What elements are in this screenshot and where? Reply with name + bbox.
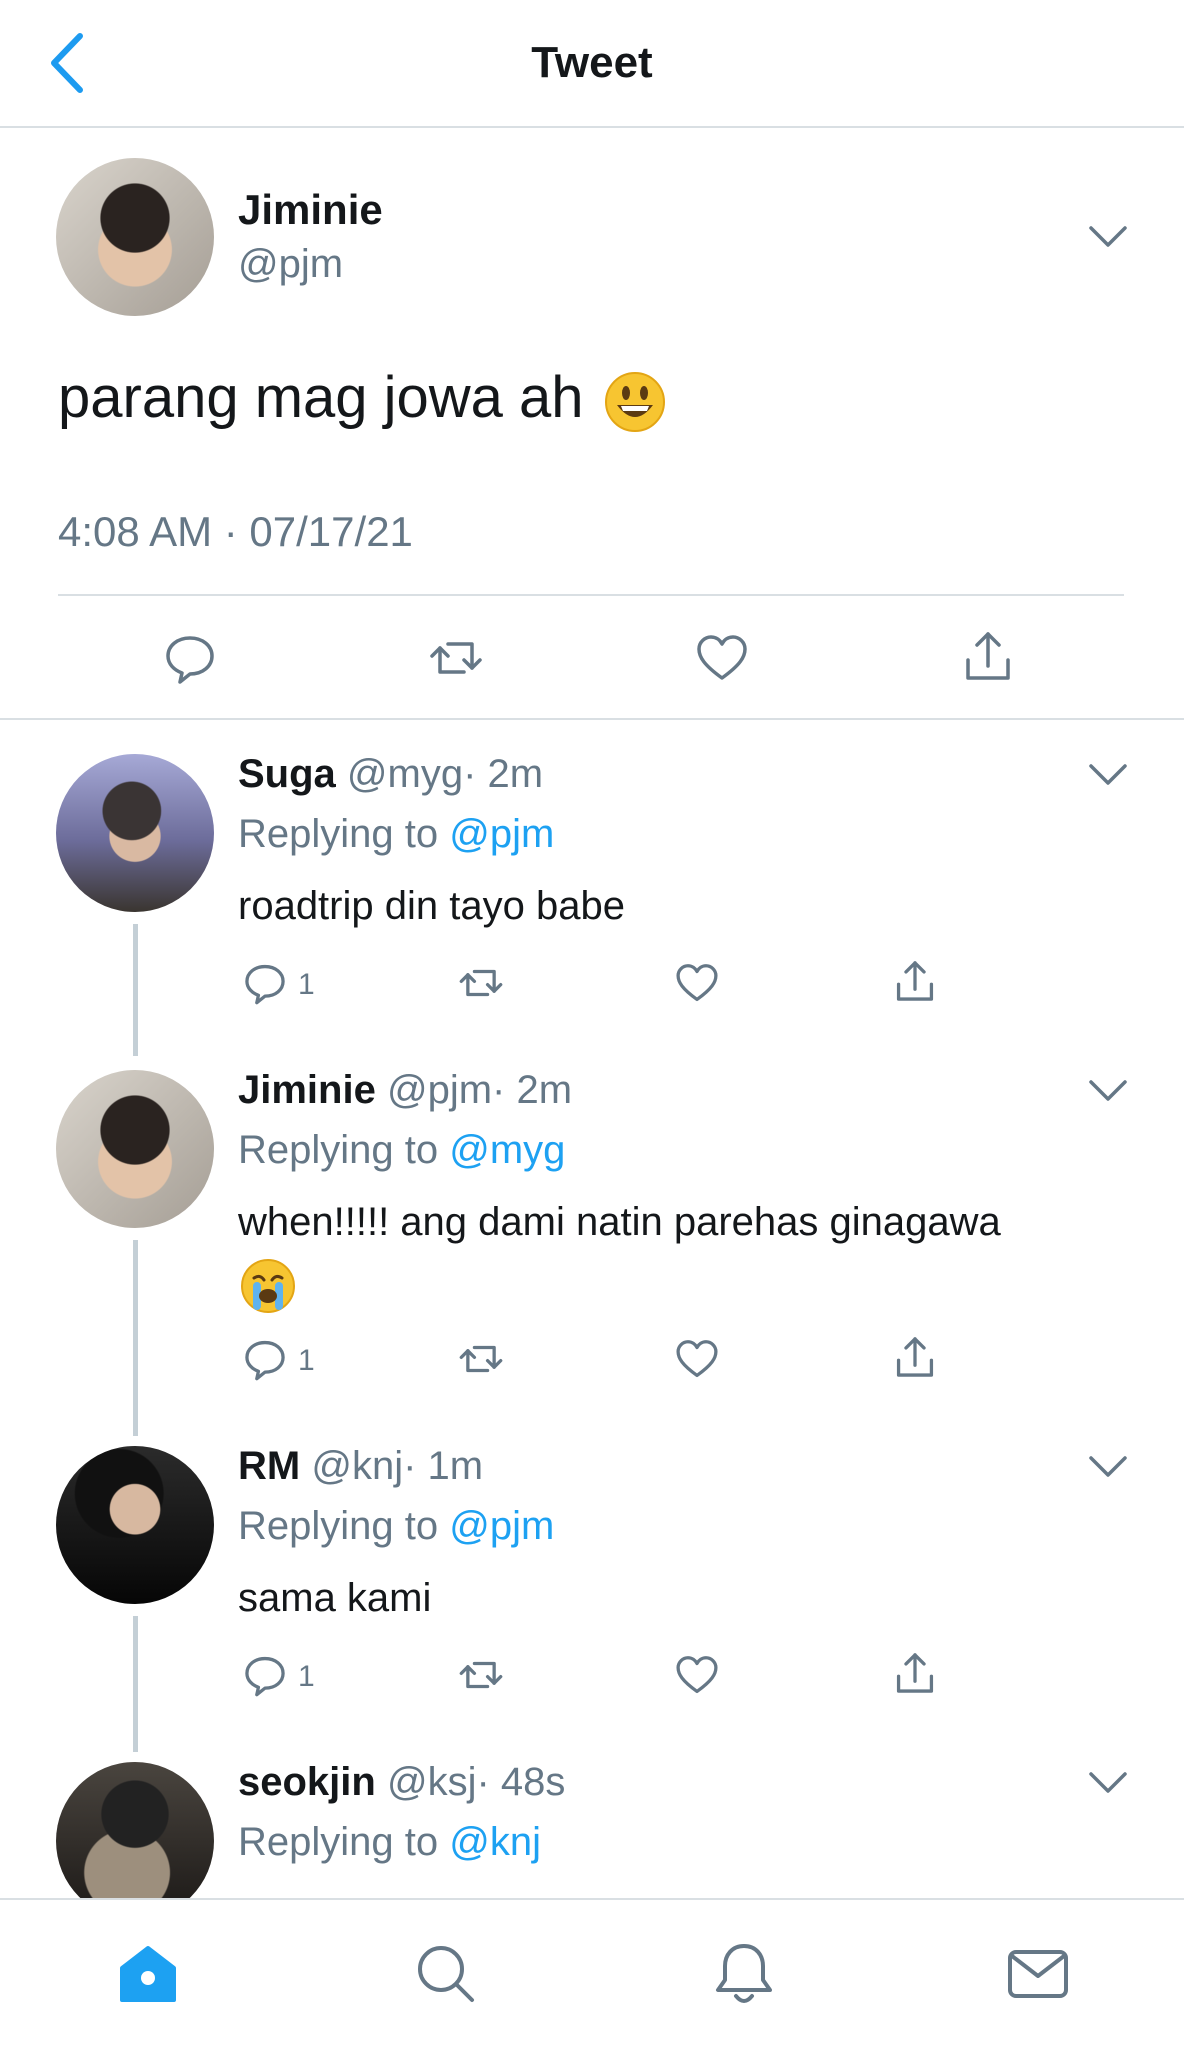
tweet-options-button[interactable]	[1088, 1454, 1128, 1480]
avatar[interactable]	[56, 1070, 214, 1228]
page-title: Tweet	[531, 38, 653, 87]
tweet-text: parang mag jowa ah	[58, 364, 666, 433]
retweet-icon	[459, 969, 503, 997]
share-button[interactable]	[892, 1650, 938, 1696]
mention-link[interactable]: @knj	[449, 1820, 541, 1864]
divider	[58, 594, 1124, 596]
share-icon	[896, 1653, 934, 1693]
reply-text: roadtrip din tayo babe	[238, 884, 625, 928]
retweet-icon	[459, 1661, 503, 1689]
heart-icon	[697, 635, 747, 680]
reply-button[interactable]	[242, 1652, 288, 1698]
reply-count: 1	[298, 1344, 315, 1377]
author-handle[interactable]: @knj	[311, 1444, 403, 1488]
reply-text: when!!!!! ang dami natin parehas ginagaw…	[238, 1200, 1001, 1244]
share-icon	[896, 961, 934, 1001]
reply-button[interactable]	[242, 1336, 288, 1382]
reply-icon	[245, 1340, 285, 1381]
reply-time: · 1m	[403, 1444, 484, 1488]
chevron-down-icon	[1089, 1080, 1127, 1101]
reply-time: · 48s	[476, 1760, 566, 1804]
like-button[interactable]	[674, 1652, 720, 1698]
home-tab[interactable]	[116, 1942, 180, 2006]
retweet-button[interactable]	[458, 1652, 504, 1698]
chevron-down-icon	[1089, 1456, 1127, 1477]
heart-icon	[676, 964, 718, 1002]
retweet-button[interactable]	[458, 1336, 504, 1382]
tweet-options-button[interactable]	[1088, 762, 1128, 788]
chevron-down-icon	[1089, 1772, 1127, 1793]
author-name[interactable]: Suga	[238, 752, 336, 796]
reply-count: 1	[298, 968, 315, 1001]
author-name[interactable]: Jiminie	[238, 186, 383, 234]
mention-link[interactable]: @pjm	[449, 812, 554, 856]
author-handle[interactable]: @pjm	[387, 1068, 492, 1112]
chevron-down-icon	[1089, 764, 1127, 785]
mention-link[interactable]: @pjm	[449, 1504, 554, 1548]
author-handle[interactable]: @pjm	[238, 242, 343, 287]
replying-to: Replying to @myg	[238, 1128, 566, 1172]
replying-to: Replying to @knj	[238, 1820, 541, 1864]
author-name[interactable]: Jiminie	[238, 1068, 376, 1112]
reply-icon	[245, 964, 285, 1005]
reply-header: Suga @myg· 2m	[238, 752, 543, 797]
reply-header: Jiminie @pjm· 2m	[238, 1068, 572, 1113]
grinning-face-emoji	[604, 371, 666, 433]
messages-envelope-icon	[1008, 1950, 1068, 1998]
avatar[interactable]	[56, 754, 214, 912]
retweet-icon	[459, 1345, 503, 1373]
avatar[interactable]	[56, 1762, 214, 1920]
reply-icon	[166, 636, 214, 684]
avatar[interactable]	[56, 158, 214, 316]
notifications-tab[interactable]	[712, 1940, 776, 2008]
reply-header: RM @knj· 1m	[238, 1444, 483, 1489]
share-icon	[966, 632, 1010, 680]
thread-line	[133, 1240, 138, 1436]
tweet-timestamp: 4:08 AM · 07/17/21	[58, 508, 413, 555]
loudly-crying-face-emoji	[240, 1258, 296, 1314]
avatar[interactable]	[56, 1446, 214, 1604]
author-handle[interactable]: @myg	[347, 752, 463, 796]
reply-header: seokjin @ksj· 48s	[238, 1760, 565, 1805]
like-button[interactable]	[674, 1336, 720, 1382]
search-tab[interactable]	[414, 1942, 478, 2006]
tweet-options-button[interactable]	[1088, 224, 1128, 250]
like-button[interactable]	[674, 960, 720, 1006]
replying-to: Replying to @pjm	[238, 812, 555, 856]
author-name[interactable]: RM	[238, 1444, 300, 1488]
chevron-down-icon	[1089, 226, 1127, 247]
reply-count: 1	[298, 1660, 315, 1693]
replying-to: Replying to @pjm	[238, 1504, 555, 1548]
reply-text: sama kami	[238, 1576, 432, 1620]
retweet-icon	[430, 642, 482, 674]
notifications-bell-icon	[716, 1944, 772, 2003]
reply-time: · 2m	[463, 752, 544, 796]
like-button[interactable]	[694, 630, 750, 686]
home-icon	[120, 1946, 176, 2002]
thread-line	[133, 1616, 138, 1752]
reply-time: · 2m	[492, 1068, 573, 1112]
heart-icon	[676, 1340, 718, 1378]
search-icon	[418, 1946, 474, 2002]
share-icon	[896, 1337, 934, 1377]
messages-tab[interactable]	[1006, 1944, 1070, 2004]
mention-link[interactable]: @myg	[449, 1128, 565, 1172]
share-button[interactable]	[892, 1334, 938, 1380]
author-handle[interactable]: @ksj	[387, 1760, 477, 1804]
share-button[interactable]	[960, 628, 1016, 684]
thread-line	[133, 924, 138, 1056]
reply-icon	[245, 1656, 285, 1697]
tweet-options-button[interactable]	[1088, 1770, 1128, 1796]
share-button[interactable]	[892, 958, 938, 1004]
heart-icon	[676, 1656, 718, 1694]
tweet-options-button[interactable]	[1088, 1078, 1128, 1104]
divider	[0, 718, 1184, 720]
reply-button[interactable]	[242, 960, 288, 1006]
author-name[interactable]: seokjin	[238, 1760, 376, 1804]
reply-button[interactable]	[162, 630, 218, 686]
retweet-button[interactable]	[458, 960, 504, 1006]
retweet-button[interactable]	[428, 630, 484, 686]
